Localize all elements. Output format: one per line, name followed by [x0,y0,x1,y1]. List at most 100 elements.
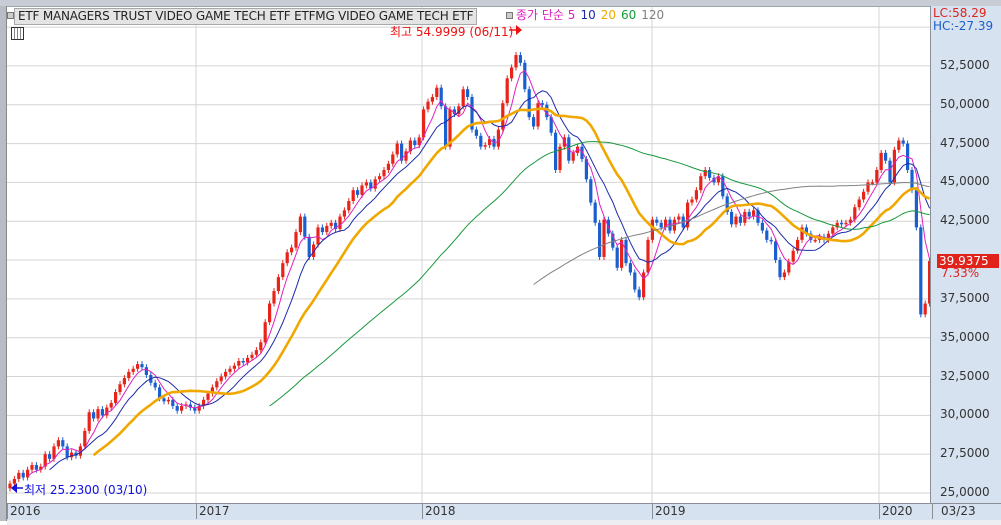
candle-up [30,465,34,470]
candle-down [668,219,672,231]
candle-down [593,202,597,223]
high-arrowhead-icon [516,25,522,35]
candle-up [347,201,351,211]
horizontal-scrollbar[interactable] [7,520,1001,525]
candle-down [466,89,470,97]
candle-down [34,465,38,470]
candle-down [747,211,751,217]
candle-down [307,236,311,257]
price-chart[interactable] [0,0,1001,525]
candle-up [875,169,879,183]
candle-up [378,176,382,180]
candle-down [100,409,104,416]
candle-up [430,96,434,102]
candle-up [870,182,874,184]
candle-up [505,78,509,104]
legend-ma60: 60 [621,8,637,22]
x-label-2017: 2017 [196,503,230,519]
candle-up [83,430,87,447]
candle-up [219,376,223,382]
candle-up [136,364,140,369]
candle-up [338,216,342,229]
candle-down [615,247,619,268]
candle-up [435,87,439,97]
candle-up [782,272,786,278]
candle-up [646,239,650,273]
candle-down [589,179,593,203]
candle-down [765,230,769,240]
ma20-line [92,107,931,457]
candle-down [527,89,531,118]
candle-down [730,211,734,225]
candle-up [263,322,267,343]
candle-down [241,360,245,363]
candle-down [140,364,144,368]
legend-marker-icon [506,12,513,19]
candle-down [884,152,888,161]
time-axis[interactable] [7,503,1001,521]
candle-down [413,140,417,146]
candle-down [162,398,166,402]
y-tick-label: 35,0000 [940,329,990,344]
candle-down [144,367,148,375]
x-label-2020: 2020 [879,503,913,519]
candle-down [444,106,448,147]
chart-window: ETF MANAGERS TRUST VIDEO GAME TECH ETF E… [0,0,1001,525]
title-marker-icon [7,12,14,19]
candle-up [281,263,285,278]
candle-down [320,227,324,233]
candle-down [175,406,179,411]
legend-ma10: 10 [580,8,596,22]
candle-up [395,143,399,155]
candle-up [694,190,698,200]
legend-ma20: 20 [600,8,616,22]
candle-down [479,135,483,147]
candle-down [637,289,641,298]
x-label-2016: 2016 [7,503,41,519]
candle-down [48,454,52,459]
candle-up [127,371,131,379]
candle-up [285,252,289,264]
candle-down [439,87,443,107]
legend-ma5: 종가 단순 5 [516,8,576,22]
candle-down [760,222,764,231]
ma-legend[interactable]: 종가 단순 5 10 20 60 120 [516,8,669,23]
candle-up [426,101,430,110]
x-label-2018: 2018 [422,503,456,519]
candle-up [734,216,738,225]
candle-down [21,472,25,478]
candle-up [276,277,280,292]
candle-up [897,140,901,150]
candle-up [391,154,395,164]
candle-up [879,152,883,170]
candle-up [17,472,21,480]
y-tick-label: 37,5000 [940,290,990,305]
candle-down [659,222,663,228]
lc-value: LC:58.29 [933,6,987,20]
candle-down [92,412,96,419]
candle-up [677,216,681,220]
candle-up [536,103,540,127]
candle-down [738,216,742,223]
y-tick-label: 30,0000 [940,407,990,422]
candle-down [61,440,65,447]
candle-up [215,381,219,388]
candle-down [914,190,918,228]
candle-up [642,272,646,298]
candle-down [655,219,659,223]
candle-down [518,55,522,63]
candle-up [87,412,91,431]
candle-down [840,222,844,225]
candle-down [303,216,307,237]
candle-up [461,89,465,107]
candle-down [769,239,773,242]
grid-table-icon[interactable] [11,27,24,40]
candle-down [708,169,712,178]
y-tick-label: 32,5000 [940,368,990,383]
candle-up [844,222,848,225]
legend-ma120: 120 [641,8,665,22]
candle-down [65,446,69,458]
candle-up [12,479,16,484]
candle-down [474,129,478,136]
candle-up [206,393,210,400]
